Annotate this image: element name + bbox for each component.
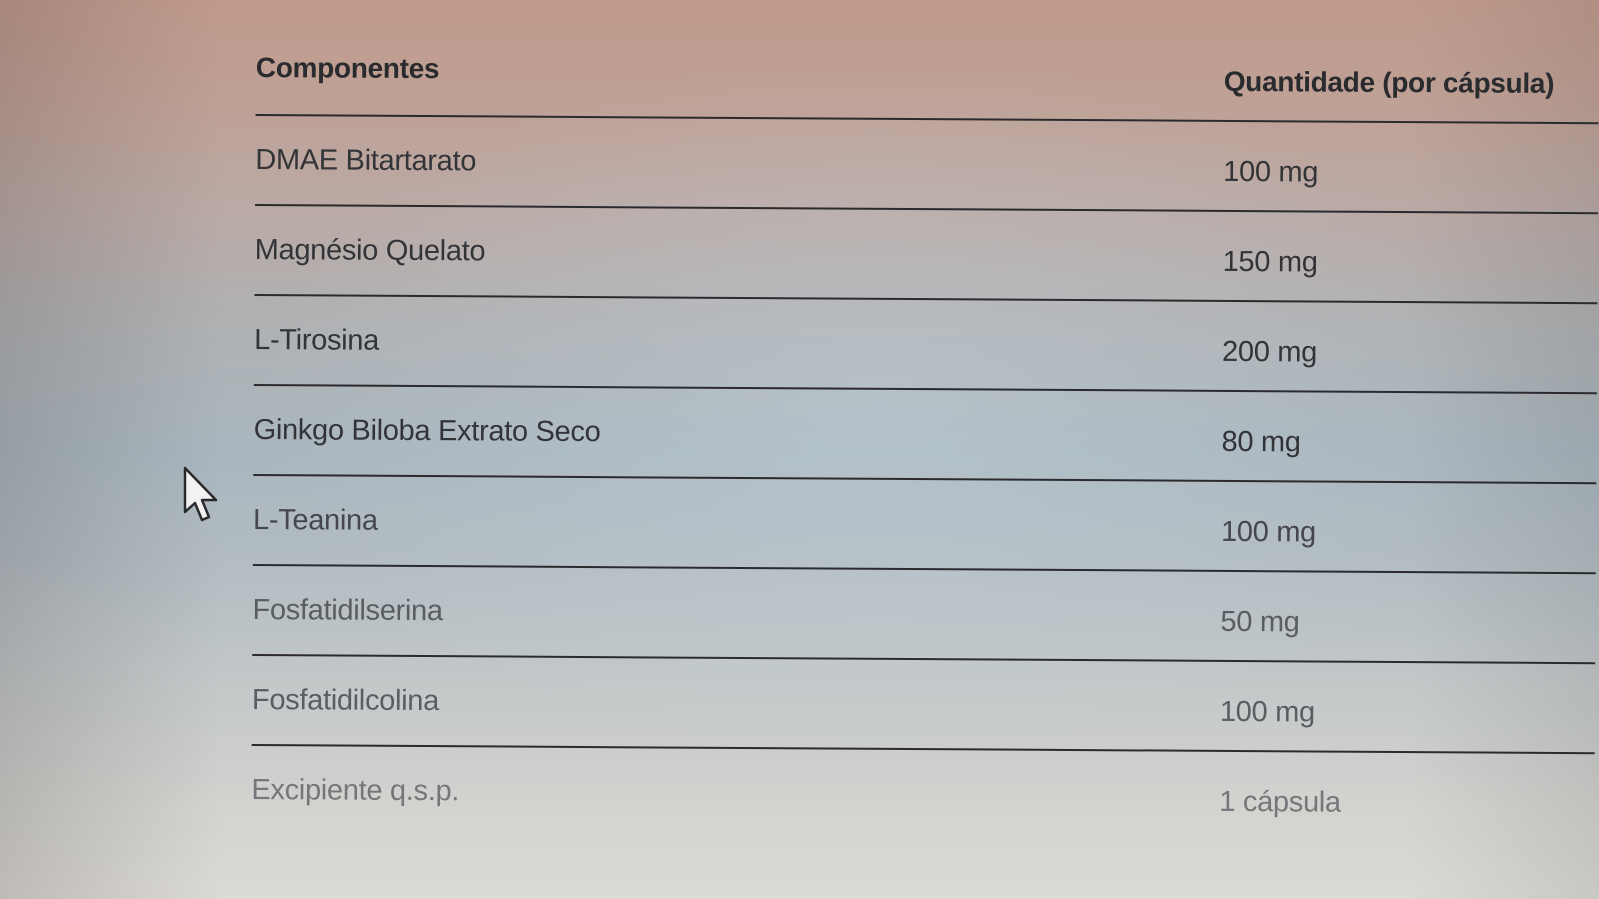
component-quantity: 100 mg [1223,155,1319,189]
component-quantity: 1 cápsula [1219,785,1341,819]
component-name: Fosfatidilcolina [251,683,440,718]
table-row: Fosfatidilcolina 100 mg [251,655,1596,755]
mouse-pointer-arrow-icon [182,466,222,524]
component-name: Fosfatidilserina [252,593,443,628]
header-quantity: Quantidade (por cápsula) [1223,65,1555,99]
table-row: DMAE Bitartarato 100 mg [254,115,1599,215]
component-quantity: 100 mg [1219,695,1315,729]
table-row: L-Tirosina 200 mg [253,295,1598,395]
component-quantity: 100 mg [1220,515,1317,549]
table-row: Ginkgo Biloba Extrato Seco 80 mg [253,385,1597,485]
component-quantity: 150 mg [1222,245,1318,279]
table-row: Excipiente q.s.p. 1 cápsula [251,746,1595,844]
table-row: Magnésio Quelato 150 mg [254,205,1598,305]
component-name: DMAE Bitartarato [255,143,477,178]
component-name: Ginkgo Biloba Extrato Seco [253,413,601,449]
component-name: Excipiente q.s.p. [251,773,460,808]
component-name: L-Teanina [252,503,378,537]
component-name: Magnésio Quelato [254,233,486,268]
component-quantity: 80 mg [1221,425,1301,459]
header-components: Componentes [255,51,440,85]
component-quantity: 200 mg [1222,335,1318,369]
table-row: Fosfatidilserina 50 mg [252,565,1596,665]
table-row: L-Teanina 100 mg [252,475,1597,575]
component-name: L-Tirosina [254,323,380,357]
component-quantity: 50 mg [1220,605,1300,639]
table-header-row: Componentes Quantidade (por cápsula) [255,40,1599,125]
composition-table: Componentes Quantidade (por cápsula) DMA… [251,40,1599,844]
